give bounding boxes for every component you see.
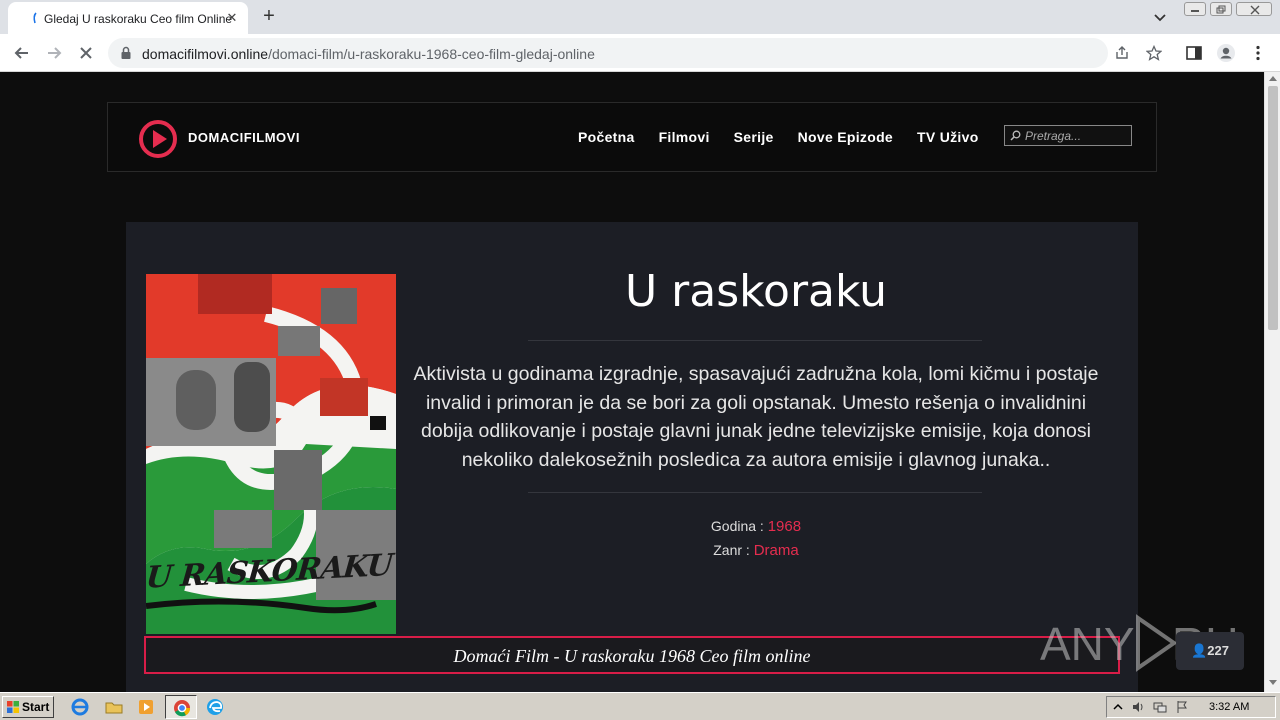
forward-arrow-icon[interactable] [44, 43, 64, 63]
search-input[interactable] [1025, 127, 1125, 144]
menu-kebab-icon[interactable] [1248, 43, 1268, 63]
page-viewport: DOMACIFILMOVI Početna Filmovi Serije Nov… [0, 72, 1264, 692]
main-menu: Početna Filmovi Serije Nove Epizode TV U… [578, 129, 979, 149]
meta-year: Godina : 1968 [606, 518, 906, 535]
tray-expand-icon[interactable] [1111, 700, 1125, 714]
genre-value[interactable]: Drama [754, 542, 799, 559]
site-logo-text[interactable]: DOMACIFILMOVI [188, 130, 300, 145]
minimize-icon [1191, 10, 1199, 12]
start-button[interactable]: Start [2, 696, 54, 718]
url-text[interactable]: domacifilmovi.online/domaci-film/u-rasko… [142, 46, 595, 62]
banner-text: Domaći Film - U raskoraku 1968 Ceo film … [453, 646, 811, 666]
chrome-taskbar-button[interactable] [165, 695, 197, 719]
scroll-up-arrow-icon[interactable] [1269, 76, 1277, 81]
action-center-flag-icon[interactable] [1175, 700, 1189, 714]
internet-explorer-icon[interactable] [70, 697, 90, 717]
divider-bottom [528, 492, 982, 493]
movie-panel: U RASKORAKU U raskoraku Aktivista u godi… [126, 222, 1138, 692]
bookmark-star-icon[interactable] [1146, 45, 1162, 61]
media-player-icon[interactable] [136, 697, 156, 717]
menu-item-pocetna[interactable]: Početna [578, 129, 635, 149]
tab-title: Gledaj U raskoraku Ceo film Online [44, 12, 233, 26]
user-icon: 👤 [1191, 643, 1208, 658]
address-bar[interactable]: domacifilmovi.online/domaci-film/u-rasko… [108, 38, 1162, 68]
restore-button[interactable] [1210, 2, 1232, 16]
url-path: /domaci-film/u-raskoraku-1968-ceo-film-g… [268, 46, 595, 62]
chrome-icon [174, 700, 191, 717]
divider-top [528, 340, 982, 341]
movie-description: Aktivista u godinama izgradnje, spasavaj… [413, 363, 1099, 471]
menu-item-serije[interactable]: Serije [734, 129, 774, 149]
menu-item-tv-uzivo[interactable]: TV Uživo [917, 129, 979, 149]
viewer-counter[interactable]: 👤227 [1176, 632, 1244, 670]
site-header: DOMACIFILMOVI Početna Filmovi Serije Nov… [107, 102, 1157, 172]
close-window-button[interactable] [1236, 2, 1272, 16]
new-tab-button[interactable]: + [258, 6, 280, 28]
volume-icon[interactable] [1131, 700, 1145, 714]
menu-item-filmovi[interactable]: Filmovi [659, 129, 710, 149]
scroll-thumb[interactable] [1268, 86, 1278, 330]
browser-tab[interactable]: Gledaj U raskoraku Ceo film Online ✕ [8, 2, 248, 34]
loading-favicon-icon [33, 12, 37, 24]
tab-close-icon[interactable]: ✕ [224, 10, 240, 26]
year-label: Godina : [710, 518, 764, 534]
movie-banner: Domaći Film - U raskoraku 1968 Ceo film … [144, 636, 1120, 674]
profile-avatar-icon[interactable] [1216, 43, 1236, 63]
taskbar: Start 3:32 AM [0, 692, 1280, 720]
page-scrollbar[interactable] [1264, 72, 1280, 692]
svg-text:ANY: ANY [1040, 618, 1135, 670]
search-box[interactable] [1004, 125, 1132, 146]
stop-loading-icon[interactable] [76, 43, 96, 63]
minimize-button[interactable] [1184, 2, 1206, 16]
movie-title: U raskoraku [624, 266, 888, 317]
tab-search-chevron-icon[interactable] [1152, 9, 1168, 25]
file-explorer-icon[interactable] [104, 697, 124, 717]
restore-icon [1216, 5, 1226, 14]
taskbar-clock[interactable]: 3:32 AM [1209, 701, 1249, 713]
start-label: Start [22, 700, 50, 714]
search-icon [1010, 130, 1021, 141]
browser-toolbar: domacifilmovi.online/domaci-film/u-rasko… [0, 34, 1280, 72]
system-tray: 3:32 AM [1106, 696, 1276, 718]
close-icon [1250, 5, 1260, 15]
year-value[interactable]: 1968 [768, 518, 801, 535]
side-panel-icon[interactable] [1184, 43, 1204, 63]
movie-poster[interactable]: U RASKORAKU [146, 274, 396, 634]
genre-label: Zanr : [713, 542, 750, 558]
network-icon[interactable] [1153, 700, 1167, 714]
lock-icon[interactable] [120, 46, 132, 60]
tab-bar: Gledaj U raskoraku Ceo film Online ✕ + [0, 0, 1280, 34]
play-logo-icon[interactable] [138, 119, 178, 159]
scroll-down-arrow-icon[interactable] [1269, 680, 1277, 685]
back-arrow-icon[interactable] [12, 43, 32, 63]
menu-item-nove-epizode[interactable]: Nove Epizode [798, 129, 893, 149]
edge-icon[interactable] [205, 697, 225, 717]
counter-value: 227 [1207, 643, 1229, 658]
meta-genre: Zanr : Drama [606, 542, 906, 559]
url-domain: domacifilmovi.online [142, 46, 269, 62]
share-icon[interactable] [1114, 45, 1130, 61]
windows-logo-icon [7, 701, 19, 713]
